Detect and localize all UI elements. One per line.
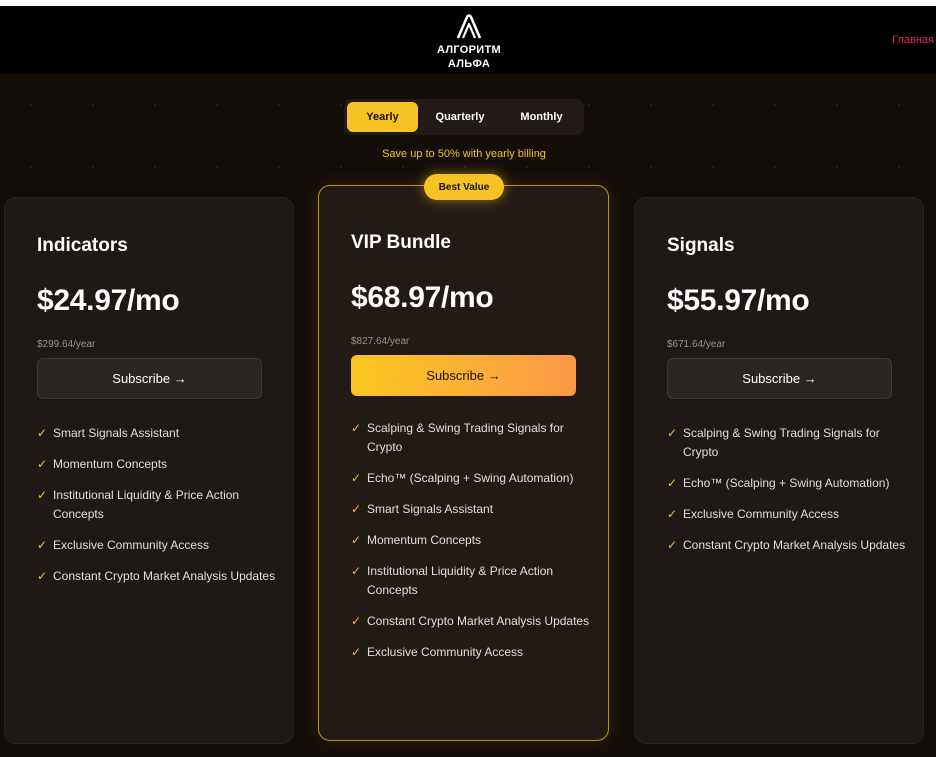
feature-text: Constant Crypto Market Analysis Updates [683, 538, 906, 552]
check-icon: ✓ [351, 502, 362, 516]
check-icon: ✓ [667, 507, 678, 521]
plan-price: $68.97/mo [351, 281, 494, 314]
check-icon: ✓ [351, 645, 362, 659]
plan-card-vip-bundle: Best Value VIP Bundle $68.97/mo $827.64/… [318, 174, 609, 741]
check-icon: ✓ [37, 426, 48, 440]
subscribe-button[interactable]: Subscribe → [667, 358, 892, 399]
feature-text: Constant Crypto Market Analysis Updates [53, 569, 276, 583]
feature-text: Smart Signals Assistant [53, 426, 180, 440]
plan-title: Indicators [37, 235, 128, 256]
brand-logo[interactable]: АЛГОРИТМ АЛЬФА [424, 14, 514, 71]
plan-yearly-price: $299.64/year [37, 339, 96, 350]
billing-period-toggle: Yearly Quarterly Monthly [344, 99, 584, 135]
feature-text: Scalping & Swing Trading Signals for Cry… [683, 426, 880, 459]
logo-icon [456, 14, 482, 39]
subscribe-button[interactable]: Subscribe → [351, 355, 576, 396]
billing-option-quarterly[interactable]: Quarterly [418, 102, 502, 132]
feature-text: Echo™ (Scalping + Swing Automation) [683, 476, 890, 490]
brand-name-line1: АЛГОРИТМ [437, 44, 501, 56]
feature-item: ✓ Smart Signals Assistant [351, 500, 591, 519]
feature-item: ✓ Institutional Liquidity & Price Action … [351, 562, 591, 600]
best-value-badge: Best Value [424, 174, 504, 200]
site-header: АЛГОРИТМ АЛЬФА Главная [0, 6, 936, 74]
plan-card-signals: Signals $55.97/mo $671.64/year Subscribe… [634, 197, 924, 744]
check-icon: ✓ [351, 533, 362, 547]
feature-text: Institutional Liquidity & Price Action C… [53, 488, 240, 521]
feature-text: Momentum Concepts [367, 533, 482, 547]
plan-yearly-price: $671.64/year [667, 339, 726, 350]
feature-item: ✓ Exclusive Community Access [667, 505, 907, 524]
yearly-savings-note: Save up to 50% with yearly billing [382, 148, 546, 160]
brand-name: АЛГОРИТМ АЛЬФА [424, 43, 514, 71]
feature-item: ✓ Smart Signals Assistant [37, 424, 277, 443]
feature-item: ✓ Constant Crypto Market Analysis Updates [351, 612, 591, 631]
feature-item: ✓ Constant Crypto Market Analysis Updates [667, 536, 907, 555]
check-icon: ✓ [351, 564, 362, 578]
plan-feature-list: ✓ Scalping & Swing Trading Signals for Cr… [667, 424, 907, 567]
feature-item: ✓ Exclusive Community Access [351, 643, 591, 662]
plan-feature-list: ✓ Smart Signals Assistant ✓ Momentum Conce… [37, 424, 277, 598]
billing-option-yearly[interactable]: Yearly [347, 102, 418, 132]
check-icon: ✓ [37, 457, 48, 471]
check-icon: ✓ [667, 426, 678, 440]
feature-item: ✓ Echo™ (Scalping + Swing Automation) [351, 469, 591, 488]
plan-price: $55.97/mo [667, 284, 810, 317]
feature-text: Echo™ (Scalping + Swing Automation) [367, 471, 574, 485]
feature-text: Exclusive Community Access [683, 507, 840, 521]
feature-text: Exclusive Community Access [367, 645, 524, 659]
feature-item: ✓ Constant Crypto Market Analysis Updates [37, 567, 277, 586]
feature-item: ✓ Momentum Concepts [351, 531, 591, 550]
brand-name-line2: АЛЬФА [447, 58, 491, 70]
feature-item: ✓ Institutional Liquidity & Price Action … [37, 486, 277, 524]
check-icon: ✓ [37, 538, 48, 552]
plan-price: $24.97/mo [37, 284, 180, 317]
plan-card-indicators: Indicators $24.97/mo $299.64/year Subscr… [4, 197, 294, 744]
check-icon: ✓ [351, 421, 362, 435]
check-icon: ✓ [351, 614, 362, 628]
plan-feature-list: ✓ Scalping & Swing Trading Signals for Cr… [351, 419, 591, 674]
feature-item: ✓ Scalping & Swing Trading Signals for Cr… [351, 419, 591, 457]
plan-title: VIP Bundle [351, 232, 451, 253]
feature-item: ✓ Echo™ (Scalping + Swing Automation) [667, 474, 907, 493]
plan-title: Signals [667, 235, 735, 256]
feature-text: Scalping & Swing Trading Signals for Cry… [367, 421, 564, 454]
subscribe-button[interactable]: Subscribe → [37, 358, 262, 399]
feature-text: Constant Crypto Market Analysis Updates [367, 614, 590, 628]
check-icon: ✓ [351, 471, 362, 485]
feature-text: Institutional Liquidity & Price Action C… [367, 564, 554, 597]
check-icon: ✓ [667, 476, 678, 490]
feature-text: Exclusive Community Access [53, 538, 210, 552]
plan-yearly-price: $827.64/year [351, 336, 410, 347]
feature-item: ✓ Exclusive Community Access [37, 536, 277, 555]
nav-home-link[interactable]: Главная [892, 34, 934, 46]
feature-text: Momentum Concepts [53, 457, 168, 471]
feature-text: Smart Signals Assistant [367, 502, 494, 516]
check-icon: ✓ [37, 488, 48, 502]
feature-item: ✓ Scalping & Swing Trading Signals for Cr… [667, 424, 907, 462]
billing-option-monthly[interactable]: Monthly [502, 102, 581, 132]
check-icon: ✓ [667, 538, 678, 552]
check-icon: ✓ [37, 569, 48, 583]
feature-item: ✓ Momentum Concepts [37, 455, 277, 474]
